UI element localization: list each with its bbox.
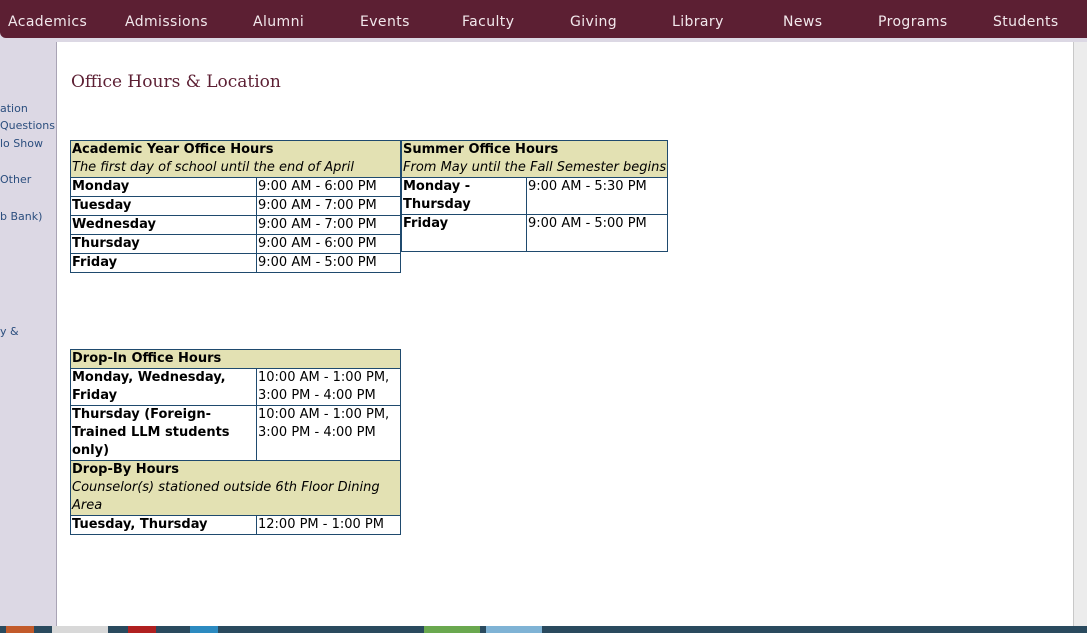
hours-cell: 9:00 AM - 6:00 PM bbox=[256, 234, 401, 254]
day-cell: Friday bbox=[401, 214, 527, 252]
table-row: Friday 9:00 AM - 5:00 PM bbox=[401, 214, 669, 252]
nav-admissions[interactable]: Admissions bbox=[125, 0, 208, 38]
hours-cell: 9:00 AM - 6:00 PM bbox=[256, 177, 401, 197]
sidebar-link-questions[interactable]: Questions bbox=[0, 119, 55, 132]
day-cell: Monday - Thursday bbox=[401, 177, 527, 215]
hours-cell: 9:00 AM - 7:00 PM bbox=[256, 215, 401, 235]
table-row: Monday, Wednesday, Friday 10:00 AM - 1:0… bbox=[70, 368, 401, 406]
table-row: Thursday (Foreign-Trained LLM students o… bbox=[70, 405, 401, 461]
summer-hours-subtitle: From May until the Fall Semester begins bbox=[403, 160, 667, 175]
nav-faculty[interactable]: Faculty bbox=[462, 0, 514, 38]
day-cell: Monday bbox=[70, 177, 257, 197]
sidebar-link-job-bank[interactable]: b Bank) bbox=[0, 210, 42, 223]
start-button[interactable] bbox=[6, 626, 34, 633]
hours-cell: 9:00 AM - 5:30 PM bbox=[525, 177, 669, 215]
academic-hours-title: Academic Year Office Hours bbox=[72, 142, 274, 157]
nav-alumni[interactable]: Alumni bbox=[253, 0, 304, 38]
left-sidebar: ation Questions lo Show Other b Bank) y … bbox=[0, 38, 56, 628]
hours-cell: 9:00 AM - 7:00 PM bbox=[256, 196, 401, 216]
sidebar-link-no-show[interactable]: lo Show bbox=[0, 137, 43, 150]
nav-library[interactable]: Library bbox=[672, 0, 724, 38]
sidebar-link-location[interactable]: ation bbox=[0, 102, 28, 115]
academic-hours-table: Academic Year Office Hours The first day… bbox=[70, 140, 401, 273]
taskbar-app-icon[interactable] bbox=[128, 626, 156, 633]
sidebar-link-other[interactable]: Other bbox=[0, 173, 31, 186]
table-row: Monday - Thursday 9:00 AM - 5:30 PM bbox=[401, 177, 669, 215]
dropin-hours-title: Drop-In Office Hours bbox=[72, 351, 222, 366]
dropin-hours-table: Drop-In Office Hours Monday, Wednesday, … bbox=[70, 349, 401, 535]
day-cell: Thursday bbox=[70, 234, 257, 254]
table-row: Tuesday, Thursday 12:00 PM - 1:00 PM bbox=[70, 515, 401, 535]
summer-hours-table: Summer Office Hours From May until the F… bbox=[400, 140, 669, 252]
day-cell: Wednesday bbox=[70, 215, 257, 235]
top-navigation-bar: Academics Admissions Alumni Events Facul… bbox=[0, 0, 1087, 38]
day-cell: Monday, Wednesday, Friday bbox=[70, 368, 257, 406]
taskbar-app-icon[interactable] bbox=[486, 626, 542, 633]
taskbar-app-browser[interactable] bbox=[52, 626, 108, 633]
day-cell: Friday bbox=[70, 253, 257, 273]
summer-hours-header: Summer Office Hours From May until the F… bbox=[400, 140, 669, 178]
academic-hours-subtitle: The first day of school until the end of… bbox=[72, 160, 354, 175]
hours-cell: 10:00 AM - 1:00 PM, 3:00 PM - 4:00 PM bbox=[256, 368, 401, 406]
nav-news[interactable]: News bbox=[783, 0, 822, 38]
nav-academics[interactable]: Academics bbox=[8, 0, 87, 38]
taskbar-app-icon[interactable] bbox=[190, 626, 218, 633]
day-cell: Tuesday bbox=[70, 196, 257, 216]
hours-cell: 9:00 AM - 5:00 PM bbox=[256, 253, 401, 273]
dropby-hours-header: Drop-By Hours Counselor(s) stationed out… bbox=[70, 460, 401, 516]
vertical-scrollbar[interactable] bbox=[1073, 42, 1087, 628]
dropby-hours-subtitle: Counselor(s) stationed outside 6th Floor… bbox=[72, 480, 380, 513]
table-row: Thursday 9:00 AM - 6:00 PM bbox=[70, 234, 401, 254]
table-row: Tuesday 9:00 AM - 7:00 PM bbox=[70, 196, 401, 216]
page-title: Office Hours & Location bbox=[71, 72, 281, 92]
day-cell: Tuesday, Thursday bbox=[70, 515, 257, 535]
taskbar-app-icon[interactable] bbox=[424, 626, 480, 633]
hours-cell: 9:00 AM - 5:00 PM bbox=[525, 214, 669, 252]
nav-events[interactable]: Events bbox=[360, 0, 410, 38]
taskbar bbox=[0, 626, 1087, 633]
academic-hours-header: Academic Year Office Hours The first day… bbox=[70, 140, 401, 178]
hours-cell: 12:00 PM - 1:00 PM bbox=[256, 515, 401, 535]
nav-programs[interactable]: Programs bbox=[878, 0, 948, 38]
dropby-hours-title: Drop-By Hours bbox=[72, 462, 179, 477]
summer-hours-title: Summer Office Hours bbox=[403, 142, 559, 157]
day-cell: Thursday (Foreign-Trained LLM students o… bbox=[70, 405, 257, 461]
main-content: Office Hours & Location Academic Year Of… bbox=[56, 42, 1073, 628]
hours-cell: 10:00 AM - 1:00 PM, 3:00 PM - 4:00 PM bbox=[256, 405, 401, 461]
dropin-hours-header: Drop-In Office Hours bbox=[70, 349, 401, 369]
nav-giving[interactable]: Giving bbox=[570, 0, 617, 38]
sidebar-link-policy[interactable]: y & bbox=[0, 325, 19, 338]
table-row: Monday 9:00 AM - 6:00 PM bbox=[70, 177, 401, 197]
nav-students[interactable]: Students bbox=[993, 0, 1059, 38]
table-row: Friday 9:00 AM - 5:00 PM bbox=[70, 253, 401, 273]
table-row: Wednesday 9:00 AM - 7:00 PM bbox=[70, 215, 401, 235]
